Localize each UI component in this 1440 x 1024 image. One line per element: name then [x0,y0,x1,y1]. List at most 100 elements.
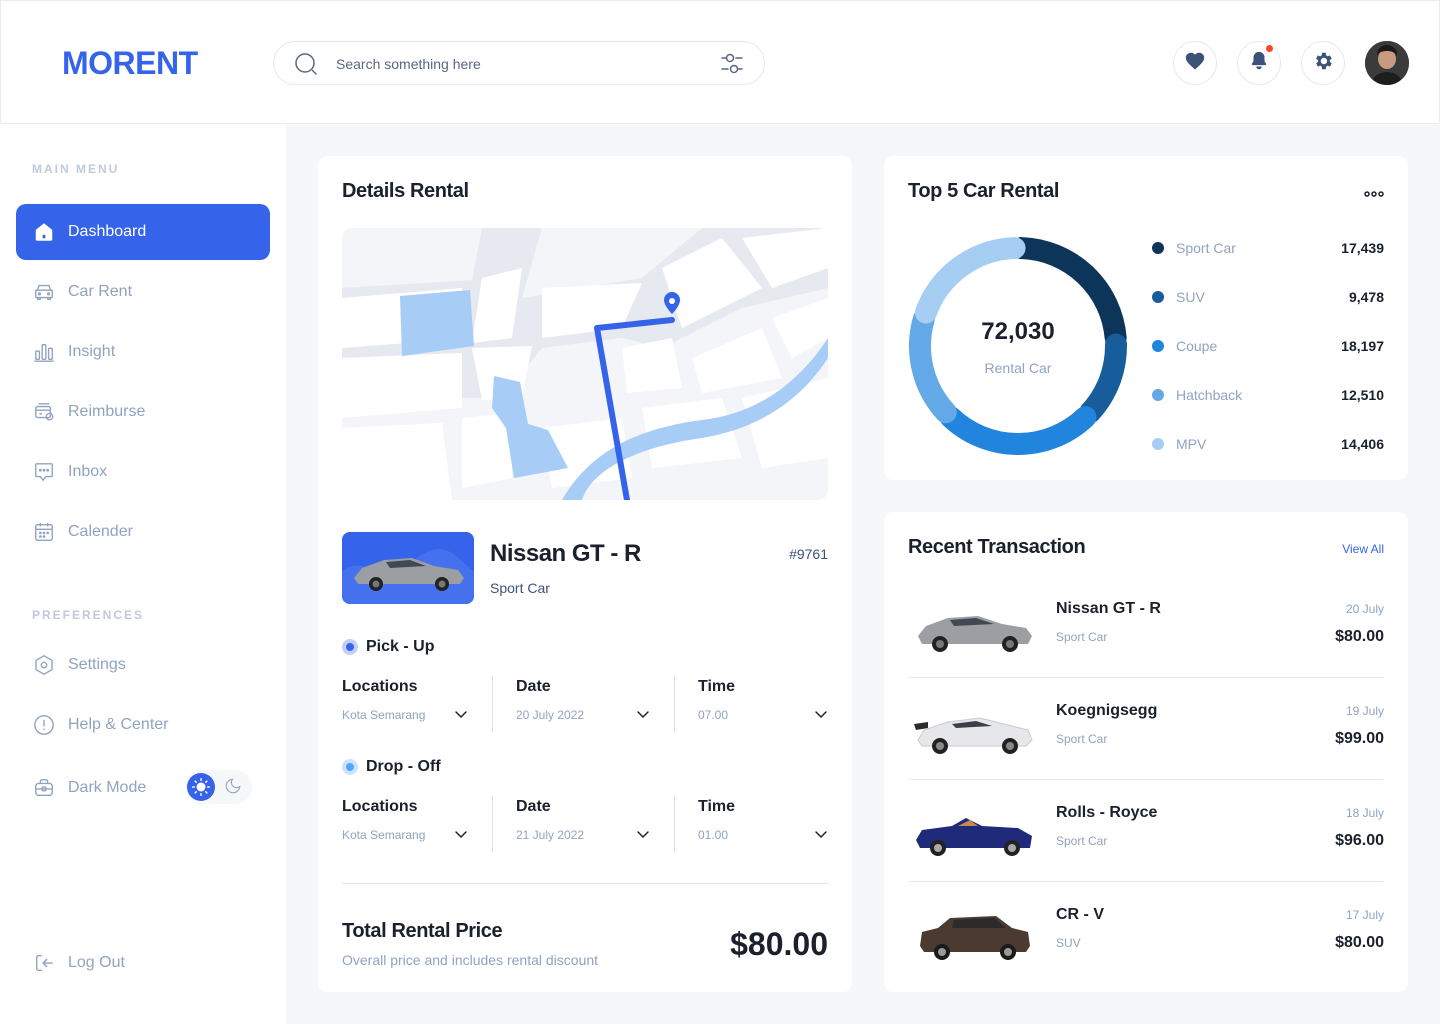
sidebar-item-label: Car Rent [68,283,133,300]
brand-logo[interactable]: MORENT [62,45,198,82]
pickup-date-select[interactable]: 20 July 2022 [516,708,584,722]
sidebar: MAIN MENU Dashboard Car Rent Insight Rei… [0,124,286,1024]
settings-button[interactable] [1301,41,1345,85]
legend-value: 14,406 [1341,436,1384,452]
dark-mode-toggle[interactable] [186,770,252,804]
legend-item: MPV 14,406 [1152,434,1384,454]
legend-name: Coupe [1176,338,1218,354]
car-icon [32,280,56,304]
divider [674,676,675,732]
sidebar-item-label: Reimburse [68,403,146,420]
main-menu-title: MAIN MENU [32,162,120,176]
pickup-location-select[interactable]: Kota Semarang [342,708,425,722]
dropoff-time-select[interactable]: 01.00 [698,828,728,842]
car-name: Nissan GT - R [490,540,641,567]
sidebar-item-dashboard[interactable]: Dashboard [16,204,270,260]
sidebar-item-settings[interactable]: Settings [16,637,270,693]
transaction-row[interactable]: Rolls - Royce Sport Car 18 July $96.00 [908,780,1384,882]
divider [492,676,493,732]
user-avatar[interactable] [1365,41,1409,85]
transaction-price: $96.00 [1335,832,1384,849]
legend-dot [1152,340,1164,352]
legend-dot [1152,242,1164,254]
chart-bars-icon [32,340,56,364]
calendar-icon [32,520,56,544]
chevron-down-icon[interactable] [635,706,651,722]
search-bar[interactable] [273,41,765,85]
transaction-car-type: Sport Car [1056,834,1108,848]
sidebar-item-car-rent[interactable]: Car Rent [16,264,270,320]
donut-segment-coupe [939,406,1097,455]
home-icon [32,220,56,244]
sidebar-item-inbox[interactable]: Inbox [16,444,270,500]
car-id: #9761 [789,546,828,562]
divider [342,883,828,884]
divider [492,796,493,852]
car-image [920,916,1030,960]
legend-dot [1152,438,1164,450]
sidebar-item-help[interactable]: Help & Center [16,697,270,753]
filter-icon[interactable] [720,52,744,81]
transaction-car-type: Sport Car [1056,732,1108,746]
logout-icon [32,951,56,975]
search-icon [294,52,318,81]
transaction-row[interactable]: Koegnigsegg Sport Car 19 July $99.00 [908,678,1384,780]
transaction-car-type: SUV [1056,936,1081,950]
top5-title: Top 5 Car Rental [908,180,1060,202]
pickup-locations-label: Locations [342,678,418,695]
transaction-price: $99.00 [1335,730,1384,747]
dropoff-date-select[interactable]: 21 July 2022 [516,828,584,842]
legend-dot [1152,389,1164,401]
car-image [918,616,1032,652]
donut-total: 72,030 [981,318,1055,345]
transaction-car-name: CR - V [1056,906,1104,923]
transaction-date: 20 July [1345,602,1384,616]
notification-dot [1264,43,1275,54]
dropoff-date-label: Date [516,798,551,815]
car-image [914,717,1033,754]
transaction-row[interactable]: CR - V SUV 17 July $80.00 [908,882,1384,984]
recent-transaction-card: Recent Transaction View All Nissan GT - … [884,512,1408,992]
legend-item: SUV 9,478 [1152,287,1384,307]
transaction-row[interactable]: Nissan GT - R Sport Car 20 July $80.00 [908,576,1384,678]
route-map[interactable] [342,228,828,500]
legend-item: Coupe 18,197 [1152,336,1384,356]
donut-chart [909,237,1127,455]
chevron-down-icon[interactable] [813,826,829,842]
dropoff-radio[interactable]: Drop - Off [342,758,441,776]
briefcase-icon [32,776,56,800]
wallet-icon [32,400,56,424]
sun-icon[interactable] [187,773,215,801]
dropoff-location-select[interactable]: Kota Semarang [342,828,425,842]
moon-icon[interactable] [224,777,242,800]
pickup-time-select[interactable]: 07.00 [698,708,728,722]
legend-value: 12,510 [1341,387,1384,403]
message-icon [32,460,56,484]
legend-value: 18,197 [1341,338,1384,354]
sidebar-item-calendar[interactable]: Calender [16,504,270,560]
dropoff-time-label: Time [698,798,736,815]
more-options-icon[interactable] [1364,186,1384,204]
logout-button[interactable]: Log Out [16,935,270,991]
settings-icon [32,653,56,677]
heart-icon [1184,50,1206,77]
chevron-down-icon[interactable] [453,826,469,842]
sidebar-item-reimburse[interactable]: Reimburse [16,384,270,440]
radio-indicator [342,639,358,655]
total-subtitle: Overall price and includes rental discou… [342,952,599,968]
chevron-down-icon[interactable] [813,706,829,722]
sidebar-item-label: Dashboard [68,223,147,240]
legend-item: Hatchback 12,510 [1152,385,1384,405]
view-all-link[interactable]: View All [1342,542,1384,556]
notifications-button[interactable] [1237,41,1281,85]
pickup-radio[interactable]: Pick - Up [342,638,434,656]
transaction-car-name: Koegnigsegg [1056,702,1158,719]
details-rental-card: Details Rental Nissan GT - R Sport Car #… [318,156,852,992]
chevron-down-icon[interactable] [453,706,469,722]
favorites-button[interactable] [1173,41,1217,85]
top-header: MORENT [0,0,1440,124]
transaction-price: $80.00 [1335,628,1384,645]
search-input[interactable] [336,52,696,76]
chevron-down-icon[interactable] [635,826,651,842]
sidebar-item-insight[interactable]: Insight [16,324,270,380]
